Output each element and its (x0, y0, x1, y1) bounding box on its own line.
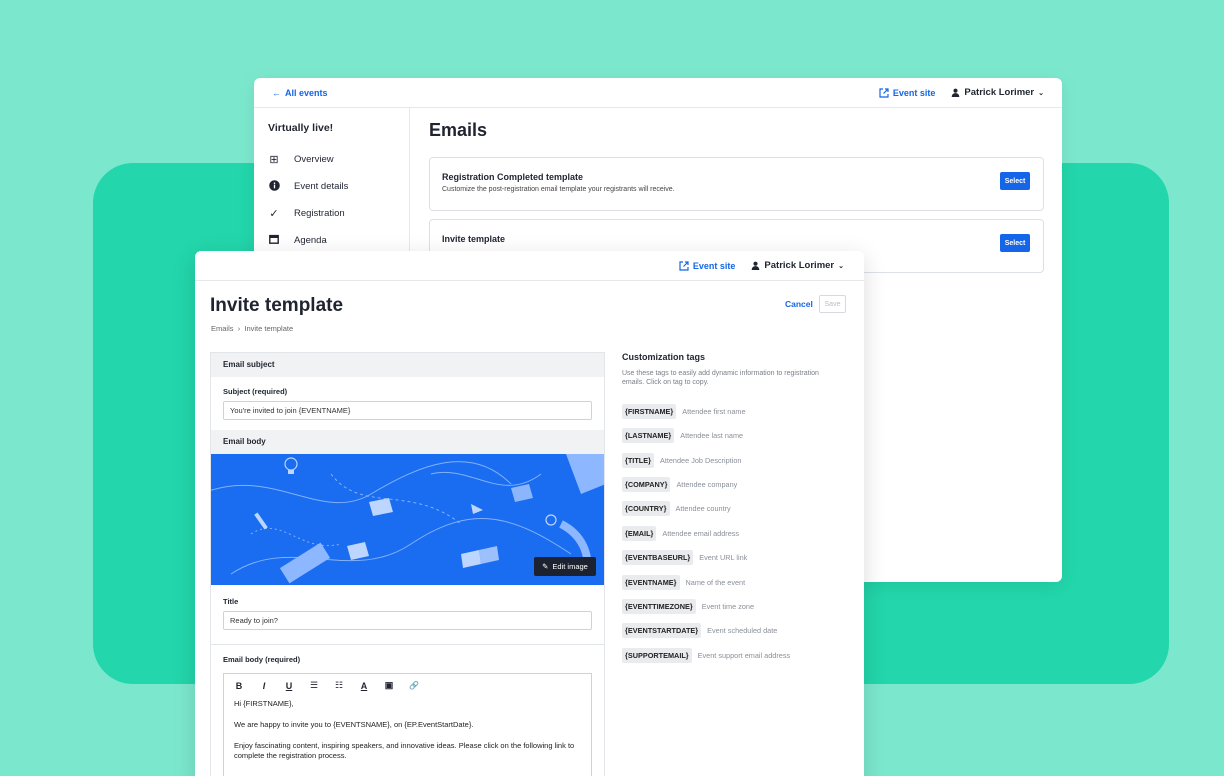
text-color-icon[interactable]: A (359, 681, 369, 691)
link-icon[interactable]: 🔗 (409, 681, 419, 690)
tag-chip[interactable]: {EVENTNAME} (622, 574, 680, 590)
title-field: Title Ready to join? (211, 585, 604, 644)
bullet-list-icon[interactable]: ☰ (309, 680, 319, 691)
tag-chip[interactable]: {EVENTSTARTDATE} (622, 623, 702, 639)
tag-row: {COUNTRY} Attendee country (622, 497, 852, 521)
tag-row: {FIRSTNAME} Attendee first name (622, 399, 852, 423)
user-icon (752, 261, 760, 270)
event-name: Virtually live! (268, 122, 334, 134)
sidebar-item-registration[interactable]: ✓ Registration (268, 200, 395, 227)
email-form: Email subject Subject (required) You're … (210, 352, 605, 776)
event-site-link[interactable]: Event site (679, 260, 735, 271)
email-body-heading: Email body (211, 430, 604, 454)
tag-row: {COMPANY} Attendee company (622, 472, 852, 496)
bold-icon[interactable]: B (234, 681, 244, 691)
chevron-down-icon: ⌄ (1038, 89, 1044, 97)
page-title: Invite template (210, 295, 344, 316)
tag-chip[interactable]: {EVENTBASEURL} (622, 550, 694, 566)
numbered-list-icon[interactable]: ☷ (334, 680, 344, 691)
tag-row: {EVENTBASEURL} Event URL link (622, 546, 852, 570)
banner-image: ✎ Edit image (211, 454, 604, 585)
arrow-left-icon: ← (272, 87, 281, 98)
user-icon (952, 88, 960, 97)
check-icon: ✓ (269, 208, 279, 220)
sidebar-item-event-details[interactable]: Event details (268, 173, 395, 200)
image-icon[interactable]: ▣ (384, 680, 394, 691)
tag-chip[interactable]: {COMPANY} (622, 477, 671, 493)
editor-toolbar: B I U ☰ ☷ A ▣ 🔗 (234, 680, 581, 691)
tags-description: Use these tags to easily add dynamic inf… (622, 370, 819, 387)
invite-template-window: Event site Patrick Lorimer ⌄ Invite temp… (195, 251, 864, 776)
tag-row: {EMAIL} Attendee email address (622, 521, 852, 545)
pencil-icon: ✎ (542, 562, 549, 571)
calendar-icon (268, 234, 280, 247)
user-menu[interactable]: Patrick Lorimer ⌄ (951, 87, 1044, 98)
subject-input[interactable]: You're invited to join {EVENTNAME} (223, 401, 592, 420)
tag-row: {EVENTSTARTDATE} Event scheduled date (622, 619, 852, 643)
cancel-button[interactable]: Cancel (785, 299, 813, 309)
grid-icon: ⊞ (269, 154, 279, 166)
tags-title: Customization tags (622, 352, 706, 362)
tag-chip[interactable]: {LASTNAME} (622, 428, 675, 444)
event-site-link[interactable]: Event site (879, 87, 935, 98)
chevron-down-icon: ⌄ (838, 262, 844, 270)
user-menu[interactable]: Patrick Lorimer ⌄ (751, 260, 844, 271)
front-top-bar: Event site Patrick Lorimer ⌄ (195, 251, 864, 281)
tag-chip[interactable]: {EVENTTIMEZONE} (622, 599, 696, 614)
tag-row: {TITLE} Attendee Job Description (622, 448, 852, 472)
body-editor[interactable]: B I U ☰ ☷ A ▣ 🔗 Hi {FIRSTNAME}, We are h… (223, 673, 592, 776)
top-bar: ← All events Event site Patrick Lorimer … (254, 78, 1062, 108)
tag-chip[interactable]: {SUPPORTEMAIL} (622, 647, 692, 663)
tag-row: {EVENTTIMEZONE} Event time zone (622, 594, 852, 618)
tag-chip[interactable]: {FIRSTNAME} (622, 403, 677, 419)
email-subject-heading: Email subject (211, 353, 604, 377)
external-link-icon (679, 260, 689, 271)
tag-chip[interactable]: {TITLE} (622, 452, 654, 468)
select-button[interactable]: Select (1000, 172, 1030, 190)
edit-image-button[interactable]: ✎ Edit image (534, 557, 596, 576)
tag-row: {SUPPORTEMAIL} Event support email addres… (622, 643, 852, 667)
info-icon (268, 179, 280, 194)
template-card-registration: Registration Completed template Customiz… (429, 157, 1044, 211)
customization-tags: Customization tags Use these tags to eas… (622, 352, 852, 667)
sidebar-item-agenda[interactable]: Agenda (268, 227, 395, 254)
tag-row: {EVENTNAME} Name of the event (622, 570, 852, 594)
emails-title: Emails (429, 120, 488, 140)
select-button[interactable]: Select (1000, 234, 1030, 252)
body-paragraph: Enjoy fascinating content, inspiring spe… (234, 741, 575, 761)
breadcrumb-emails[interactable]: Emails (211, 324, 234, 333)
sidebar-item-overview[interactable]: ⊞ Overview (268, 146, 395, 173)
external-link-icon (879, 87, 889, 98)
tag-chip[interactable]: {COUNTRY} (622, 501, 670, 517)
all-events-link[interactable]: ← All events (272, 88, 328, 98)
body-paragraph: We are happy to invite you to {EVENTSNAM… (234, 720, 474, 730)
italic-icon[interactable]: I (259, 681, 269, 691)
breadcrumb: Emails › Invite template (211, 324, 294, 333)
body-field: Email body (required) (223, 655, 301, 664)
title-input[interactable]: Ready to join? (223, 611, 592, 630)
underline-icon[interactable]: U (284, 681, 294, 691)
save-button[interactable]: Save (819, 295, 846, 313)
body-paragraph: Hi {FIRSTNAME}, (234, 699, 294, 708)
breadcrumb-current: Invite template (244, 324, 294, 333)
tag-chip[interactable]: {EMAIL} (622, 525, 657, 541)
subject-field: Subject (required) You're invited to joi… (211, 377, 604, 430)
tag-row: {LASTNAME} Attendee last name (622, 424, 852, 448)
